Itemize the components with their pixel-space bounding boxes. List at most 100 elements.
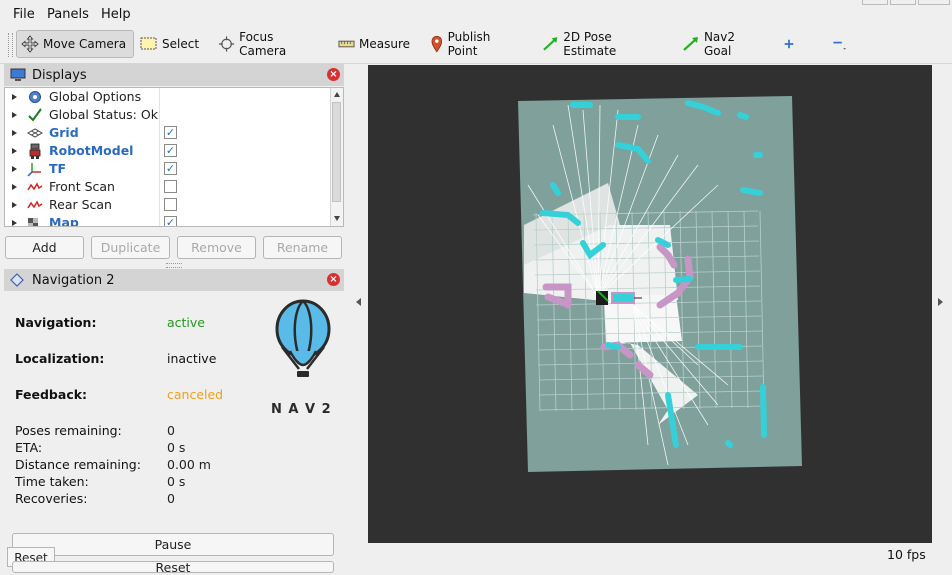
display-item-label: Global Options (49, 89, 142, 104)
move-camera-label: Move Camera (43, 37, 127, 51)
expand-arrow-icon[interactable] (12, 130, 17, 136)
pause-button[interactable]: Pause (12, 533, 334, 556)
expand-arrow-icon[interactable] (12, 148, 17, 154)
display-checkbox[interactable]: ✓ (164, 216, 177, 226)
nav2-panel-title: Navigation 2 × (4, 269, 344, 291)
fps-status: 10 fps (887, 547, 926, 562)
display-item-tf[interactable]: TF ✓ (5, 160, 335, 178)
time-taken-value: 0 s (167, 474, 186, 489)
laser-scan-icon (27, 182, 43, 191)
scroll-down-icon[interactable] (334, 216, 340, 221)
display-checkbox[interactable]: ✓ (164, 144, 177, 157)
move-camera-icon (21, 35, 39, 53)
distance-remaining-label: Distance remaining: (15, 457, 141, 472)
scroll-up-icon[interactable] (334, 92, 340, 97)
display-item-front-scan[interactable]: Front Scan (5, 178, 335, 196)
menu-bar: File Panels Help (0, 0, 952, 26)
checkmark-icon (28, 108, 42, 122)
select-button[interactable]: Select (136, 30, 210, 58)
axes-icon (27, 163, 41, 177)
window-control[interactable] (862, 0, 888, 5)
focus-camera-label: Focus Camera (239, 30, 287, 58)
splitter-handle[interactable] (166, 263, 182, 268)
pose-estimate-label: 2D Pose Estimate (563, 30, 617, 58)
menu-help[interactable]: Help (101, 7, 131, 22)
nav2-goal-label: Nav2 Goal (703, 30, 736, 58)
toolbar-grip[interactable] (8, 33, 13, 57)
eta-label: ETA: (15, 440, 43, 455)
recoveries-label: Recoveries: (15, 491, 88, 506)
menu-file[interactable]: File (13, 7, 35, 22)
display-checkbox[interactable] (164, 180, 177, 193)
localization-label: Localization: (15, 351, 105, 366)
robot-icon (29, 143, 41, 159)
display-item-label: RobotModel (49, 143, 134, 158)
map-icon (28, 218, 38, 226)
close-icon[interactable]: × (327, 68, 340, 81)
display-item-label: Rear Scan (49, 197, 112, 212)
close-icon[interactable]: × (327, 273, 340, 286)
focus-camera-button[interactable]: Focus Camera (214, 30, 324, 58)
expand-arrow-icon[interactable] (12, 166, 17, 172)
expand-arrow-icon[interactable] (12, 202, 17, 208)
measure-button[interactable]: Measure (334, 30, 414, 58)
partial-button-label: Reset (155, 561, 191, 573)
display-checkbox[interactable]: ✓ (164, 126, 177, 139)
menu-panels[interactable]: Panels (47, 7, 89, 22)
render-viewport[interactable] (368, 65, 932, 543)
display-item-label: Front Scan (49, 179, 115, 194)
move-camera-button[interactable]: Move Camera (16, 30, 134, 58)
window-control[interactable] (890, 0, 916, 5)
expand-arrow-icon[interactable] (12, 220, 17, 226)
displays-tree[interactable]: Global Options Global Status: Ok Grid ✓ … (4, 87, 344, 227)
scroll-thumb[interactable] (332, 102, 341, 202)
select-icon (140, 37, 157, 50)
pose-estimate-button[interactable]: 2D Pose Estimate (538, 30, 668, 58)
expand-arrow-icon[interactable] (12, 184, 17, 190)
display-checkbox[interactable] (164, 198, 177, 211)
display-item-map[interactable]: Map ✓ (5, 214, 335, 227)
green-arrow-icon (683, 37, 698, 51)
monitor-icon (10, 68, 26, 81)
add-tool-button[interactable] (780, 30, 802, 58)
expand-arrow-icon[interactable] (12, 112, 17, 118)
nav2-goal-button[interactable]: Nav2 Goal (678, 30, 770, 58)
display-item-global-status[interactable]: Global Status: Ok (5, 106, 335, 124)
nav2-balloon-logo-icon (275, 299, 331, 377)
map-view[interactable] (368, 65, 932, 543)
duplicate-button[interactable]: Duplicate (91, 236, 170, 259)
remove-tool-button[interactable] (828, 30, 854, 58)
displays-panel-title: Displays × (4, 64, 344, 86)
nav2-logo-text: N A V 2 (271, 402, 332, 417)
laser-scan-icon (27, 200, 43, 209)
recoveries-value: 0 (167, 491, 175, 506)
display-item-label: Map (49, 215, 79, 227)
navigation-label: Navigation: (15, 315, 97, 330)
display-checkbox[interactable]: ✓ (164, 162, 177, 175)
collapse-left-icon[interactable] (356, 298, 361, 306)
displays-scrollbar[interactable] (330, 88, 343, 226)
expand-arrow-icon[interactable] (12, 94, 17, 100)
toolbar: Move Camera Select Focus Camera Measure … (0, 27, 952, 64)
partial-button[interactable]: Reset (12, 561, 334, 573)
display-item-robotmodel[interactable]: RobotModel ✓ (5, 142, 335, 160)
poses-remaining-value: 0 (167, 423, 175, 438)
distance-remaining-value: 0.00 m (167, 457, 211, 472)
rename-button[interactable]: Rename (263, 236, 342, 259)
display-item-label: Grid (49, 125, 79, 140)
display-item-label: Global Status: Ok (49, 107, 158, 122)
select-label: Select (162, 37, 200, 51)
collapse-right-icon[interactable] (938, 298, 943, 306)
plus-icon (784, 39, 794, 49)
localization-value: inactive (167, 351, 217, 366)
window-control[interactable] (918, 0, 950, 5)
display-item-grid[interactable]: Grid ✓ (5, 124, 335, 142)
display-item-global-options[interactable]: Global Options (5, 88, 335, 106)
display-item-rear-scan[interactable]: Rear Scan (5, 196, 335, 214)
remove-button[interactable]: Remove (177, 236, 256, 259)
feedback-value: canceled (167, 387, 224, 402)
publish-point-button[interactable]: Publish Point (426, 30, 526, 58)
add-button[interactable]: Add (5, 236, 84, 259)
feedback-label: Feedback: (15, 387, 88, 402)
navigation-value: active (167, 315, 205, 330)
